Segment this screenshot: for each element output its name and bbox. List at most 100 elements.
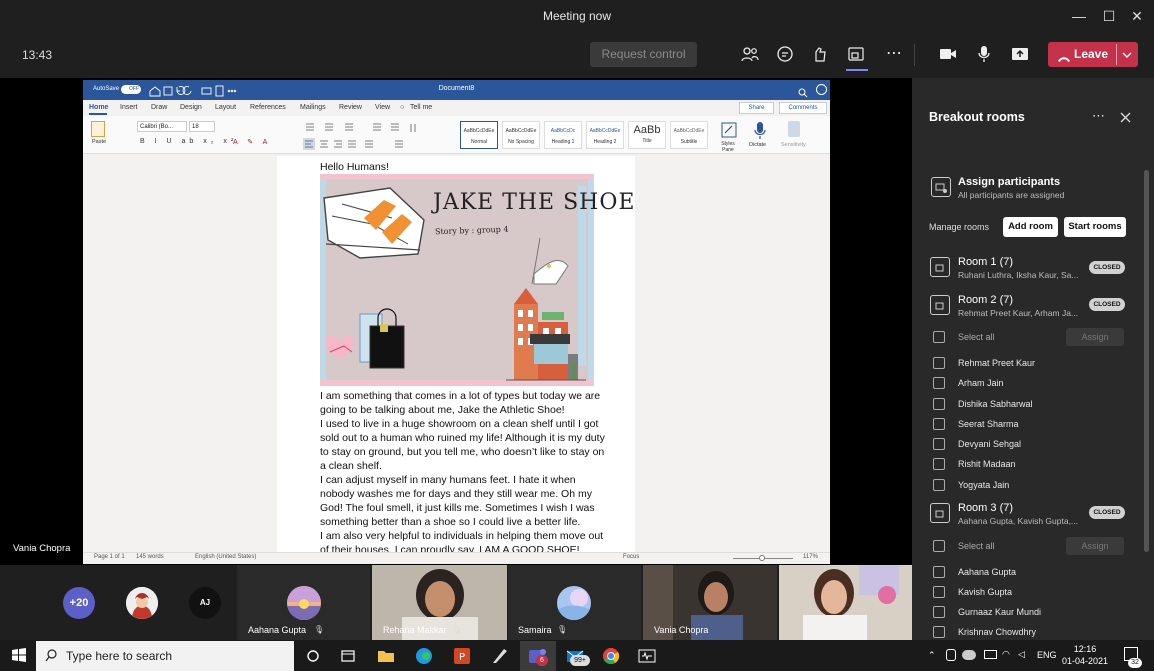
style-normal[interactable]: AaBbCcDdEe Normal (460, 121, 498, 149)
room-3-title[interactable]: Room 3 (7) (958, 502, 1013, 514)
maximize-button[interactable]: ☐ (1094, 0, 1124, 32)
alignment-icons[interactable] (303, 137, 433, 150)
language-status: English (United States) (195, 554, 257, 560)
participant-checkbox[interactable] (933, 377, 945, 389)
tray-overflow-icon[interactable]: ⌃ (928, 650, 936, 661)
windows-start-icon[interactable] (12, 648, 26, 667)
participant-checkbox[interactable] (933, 438, 945, 450)
participant-checkbox[interactable] (933, 458, 945, 470)
tab-review[interactable]: Review (339, 104, 362, 111)
tab-layout[interactable]: Layout (215, 104, 236, 111)
tray-app-icon[interactable] (946, 649, 956, 661)
style-title[interactable]: AaBb Title (628, 121, 666, 149)
font-family-select[interactable]: Calibri (Bo... (137, 121, 187, 132)
share-button[interactable]: Share (739, 102, 774, 114)
tab-view[interactable]: View (375, 104, 390, 111)
paragraph-icons[interactable] (303, 121, 433, 133)
share-screen-icon[interactable] (1006, 40, 1034, 68)
room-2-title[interactable]: Room 2 (7) (958, 294, 1013, 306)
participant-name: Arham Jain (958, 378, 1004, 388)
edge-browser-icon[interactable] (414, 646, 434, 666)
media-app-icon[interactable] (637, 646, 657, 666)
style-subtitle-name: Subtitle (680, 139, 698, 145)
dictate-icon[interactable] (753, 120, 767, 140)
powerpoint-icon[interactable]: P (452, 646, 472, 666)
minimize-button[interactable]: — (1064, 0, 1094, 32)
chevron-down-icon[interactable] (1122, 47, 1132, 65)
style-heading-1[interactable]: AaBbCcDc Heading 1 (544, 121, 582, 149)
focus-button[interactable]: Focus (623, 554, 639, 560)
style-heading-1-name: Heading 1 (551, 139, 575, 145)
doc-paragraph-1: I am something that comes in a lot of ty… (320, 390, 601, 416)
start-rooms-button[interactable]: Start rooms (1064, 217, 1126, 237)
font-size-select[interactable]: 18 (189, 121, 215, 132)
add-room-button[interactable]: Add room (1003, 217, 1058, 237)
reactions-icon[interactable] (806, 40, 834, 68)
panel-close-icon[interactable] (1120, 110, 1131, 128)
file-explorer-icon[interactable] (376, 646, 396, 666)
style-subtitle[interactable]: AaBbCcDdEe Subtitle (670, 121, 708, 149)
panel-more-icon[interactable]: ⋯ (1092, 108, 1105, 124)
participant-checkbox[interactable] (933, 479, 945, 491)
breakout-rooms-icon[interactable] (842, 40, 870, 68)
participant-checkbox[interactable] (933, 566, 945, 578)
task-view-icon[interactable] (303, 646, 323, 666)
participant-checkbox[interactable] (933, 586, 945, 598)
taskbar-search-placeholder: Type here to search (66, 649, 173, 663)
assign-button[interactable]: Assign (1066, 537, 1124, 555)
mail-notification-badge: 99+ (570, 655, 590, 666)
sensitivity-icon[interactable] (788, 121, 800, 137)
tab-insert[interactable]: Insert (120, 104, 138, 111)
style-heading-2[interactable]: AaBbCcDdEe Heading 2 (586, 121, 624, 149)
select-all-checkbox[interactable] (933, 540, 945, 552)
close-button[interactable]: ✕ (1122, 0, 1152, 32)
font-color-icons[interactable]: A ✎ A (233, 138, 271, 146)
assign-button[interactable]: Assign (1066, 328, 1124, 346)
taskbar-clock[interactable]: 12:16 01-04-2021 (1062, 643, 1108, 667)
participants-icon[interactable] (736, 40, 764, 68)
participant-checkbox[interactable] (933, 626, 945, 638)
comments-button[interactable]: Comments (779, 102, 827, 114)
search-icon[interactable] (798, 85, 808, 98)
tab-mailings[interactable]: Mailings (300, 104, 326, 111)
room-icon (930, 503, 950, 523)
microphone-icon[interactable] (970, 40, 998, 68)
account-icon[interactable] (816, 84, 827, 95)
tab-references[interactable]: References (250, 104, 286, 111)
room-1-title[interactable]: Room 1 (7) (958, 256, 1013, 268)
network-icon[interactable]: ◠ (1002, 649, 1010, 660)
participant-checkbox[interactable] (933, 606, 945, 618)
tab-design[interactable]: Design (180, 104, 202, 111)
styles-pane-icon[interactable] (719, 120, 739, 140)
panel-scrollbar[interactable] (1144, 170, 1149, 552)
chat-icon[interactable] (771, 40, 799, 68)
overflow-participants-count[interactable]: +20 (63, 587, 95, 619)
document-page: Hello Humans! JAKE THE SHOE Story by: g… (277, 156, 635, 564)
pen-app-icon[interactable] (490, 646, 510, 666)
volume-icon[interactable]: ◁ (1018, 649, 1025, 660)
select-all-checkbox[interactable] (933, 331, 945, 343)
format-icons[interactable]: B I U ab x₂ x² (140, 138, 237, 145)
participant-checkbox[interactable] (933, 398, 945, 410)
avatar[interactable] (126, 587, 158, 619)
request-control-button[interactable]: Request control (590, 42, 697, 67)
chrome-icon[interactable] (601, 646, 621, 666)
camera-icon[interactable] (934, 40, 962, 68)
assign-participants-title[interactable]: Assign participants (958, 176, 1060, 188)
style-no-spacing[interactable]: AaBbCcDdEe No Spacing (502, 121, 540, 149)
battery-icon[interactable] (984, 650, 997, 659)
tab-home[interactable]: Home (89, 104, 108, 111)
tab-draw[interactable]: Draw (151, 104, 167, 111)
tell-me-field[interactable]: Tell me (410, 104, 432, 111)
more-actions-icon[interactable]: ⋯ (880, 40, 908, 68)
self-video-tile (779, 565, 912, 640)
avatar[interactable]: AJ (189, 587, 221, 619)
widgets-icon[interactable] (338, 646, 358, 666)
style-title-preview: AaBb (633, 124, 661, 136)
participant-checkbox[interactable] (933, 418, 945, 430)
onedrive-icon[interactable] (962, 650, 976, 660)
participant-checkbox[interactable] (933, 357, 945, 369)
paste-icon[interactable] (91, 121, 105, 137)
zoom-slider-thumb[interactable] (759, 555, 765, 561)
input-language[interactable]: ENG (1037, 650, 1057, 660)
